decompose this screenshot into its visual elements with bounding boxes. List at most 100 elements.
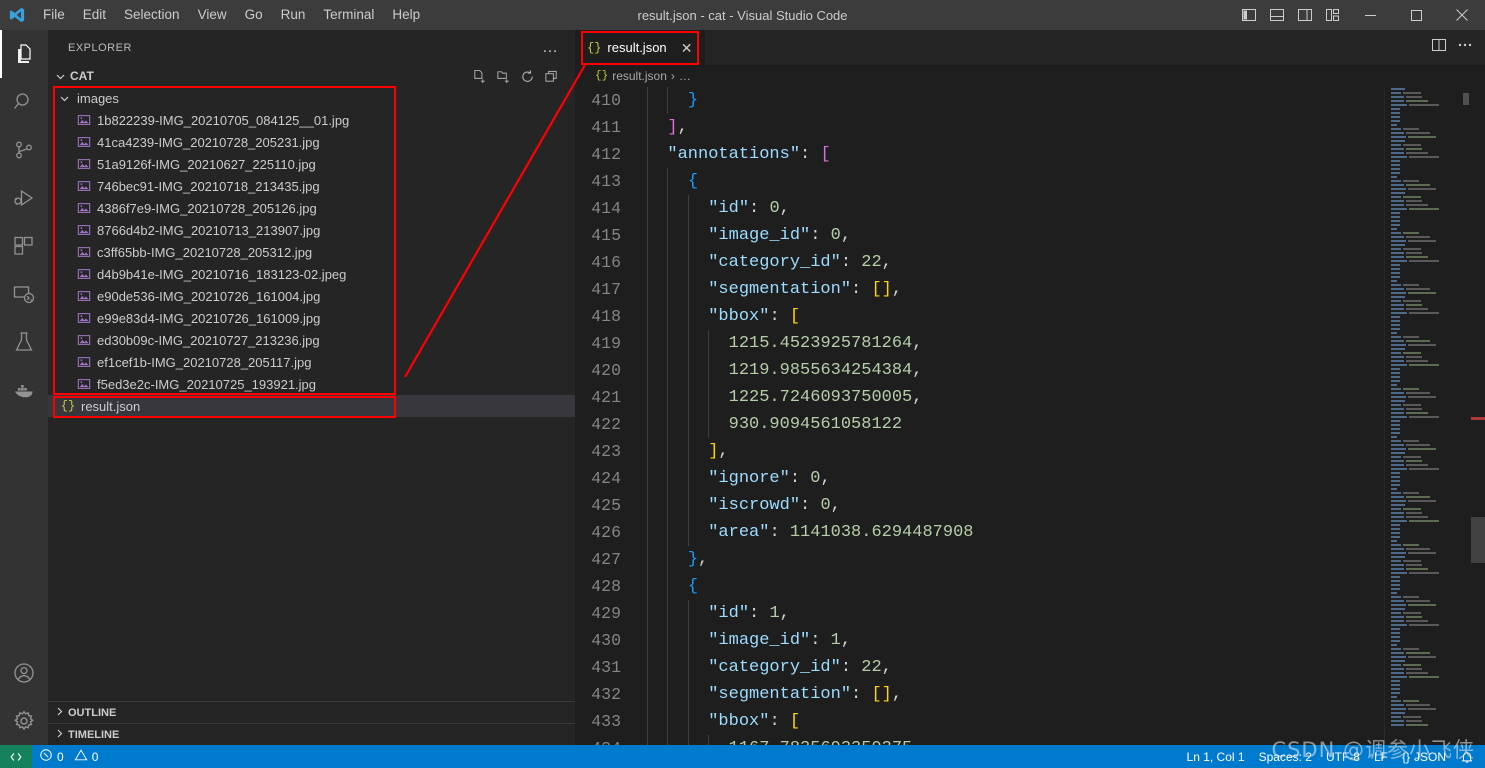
code-line[interactable]: 425 "iscrowd": 0, <box>575 492 1485 519</box>
activity-explorer-icon[interactable] <box>0 30 48 78</box>
menu-bar[interactable]: File Edit Selection View Go Run Terminal… <box>34 0 429 30</box>
window-minimize-button[interactable] <box>1347 0 1393 30</box>
workspace-folder-row[interactable]: CAT <box>48 65 575 87</box>
menu-run[interactable]: Run <box>272 0 315 30</box>
activity-source-control-icon[interactable] <box>0 126 48 174</box>
code-line[interactable]: 411 ], <box>575 114 1485 141</box>
toggle-panel-icon[interactable] <box>1263 0 1291 30</box>
code-line[interactable]: 412 "annotations": [ <box>575 141 1485 168</box>
encoding-status[interactable]: UTF-8 <box>1319 745 1367 768</box>
activity-extensions-icon[interactable] <box>0 222 48 270</box>
tree-file-item[interactable]: e90de536-IMG_20210726_161004.jpg <box>48 285 575 307</box>
breadcrumb[interactable]: {} result.json › … <box>575 65 1485 87</box>
tree-file-item[interactable]: e99e83d4-IMG_20210726_161009.jpg <box>48 307 575 329</box>
tree-folder-images[interactable]: images <box>48 87 575 109</box>
code-line[interactable]: 432 "segmentation": [], <box>575 681 1485 708</box>
code-line[interactable]: 427 }, <box>575 546 1485 573</box>
code-line[interactable]: 422 930.9094561058122 <box>575 411 1485 438</box>
new-file-icon[interactable] <box>472 69 487 84</box>
code-line[interactable]: 415 "image_id": 0, <box>575 222 1485 249</box>
remote-indicator-button[interactable] <box>0 745 32 768</box>
activity-testing-icon[interactable] <box>0 318 48 366</box>
code-editor[interactable]: 410 } 411 ], 412 "annotations": [413 {414 … <box>575 87 1485 745</box>
tree-file-item[interactable]: 51a9126f-IMG_20210627_225110.jpg <box>48 153 575 175</box>
tree-item-label: c3ff65bb-IMG_20210728_205312.jpg <box>97 244 313 260</box>
tree-file-item[interactable]: 746bec91-IMG_20210718_213435.jpg <box>48 175 575 197</box>
breadcrumb-file[interactable]: result.json <box>612 69 667 83</box>
workspace-folder-left: CAT <box>52 69 94 83</box>
more-editor-actions-icon[interactable] <box>1457 37 1473 58</box>
menu-selection[interactable]: Selection <box>115 0 189 30</box>
code-line[interactable]: 423 ], <box>575 438 1485 465</box>
tree-file-item[interactable]: f5ed3e2c-IMG_20210725_193921.jpg <box>48 373 575 395</box>
tab-result-json[interactable]: {} result.json ✕ <box>575 30 706 65</box>
tree-file-item[interactable]: 4386f7e9-IMG_20210728_205126.jpg <box>48 197 575 219</box>
tree-file-item[interactable]: {} result.json <box>48 395 575 417</box>
code-line[interactable]: 434 1167.7835693359375, <box>575 735 1485 745</box>
minimap-slider[interactable] <box>1463 93 1469 105</box>
chevron-down-icon[interactable] <box>52 71 68 82</box>
language-mode-status[interactable]: {} JSON <box>1395 745 1453 768</box>
code-line[interactable]: 413 { <box>575 168 1485 195</box>
code-line[interactable]: 428 { <box>575 573 1485 600</box>
menu-go[interactable]: Go <box>236 0 272 30</box>
eol-status[interactable]: LF <box>1367 745 1395 768</box>
code-line[interactable]: 433 "bbox": [ <box>575 708 1485 735</box>
tree-file-item[interactable]: 8766d4b2-IMG_20210713_213907.jpg <box>48 219 575 241</box>
scrollbar-thumb[interactable] <box>1471 517 1485 563</box>
window-close-button[interactable] <box>1439 0 1485 30</box>
code-line[interactable]: 419 1215.4523925781264, <box>575 330 1485 357</box>
activity-remote-explorer-icon[interactable] <box>0 270 48 318</box>
line-number: 427 <box>591 550 621 569</box>
indentation-status[interactable]: Spaces: 2 <box>1252 745 1319 768</box>
problems-status[interactable]: 0 0 <box>32 745 105 768</box>
menu-terminal[interactable]: Terminal <box>314 0 383 30</box>
timeline-section-header[interactable]: TIMELINE <box>48 723 575 745</box>
close-icon[interactable]: ✕ <box>679 41 695 55</box>
menu-file[interactable]: File <box>34 0 74 30</box>
split-editor-icon[interactable] <box>1431 37 1447 58</box>
tree-file-item[interactable]: ef1cef1b-IMG_20210728_205117.jpg <box>48 351 575 373</box>
manage-settings-gear-icon[interactable] <box>0 697 48 745</box>
new-folder-icon[interactable] <box>496 69 511 84</box>
code-line[interactable]: 418 "bbox": [ <box>575 303 1485 330</box>
cursor-position-status[interactable]: Ln 1, Col 1 <box>1180 745 1252 768</box>
code-line[interactable]: 430 "image_id": 1, <box>575 627 1485 654</box>
menu-view[interactable]: View <box>189 0 236 30</box>
activity-run-debug-icon[interactable] <box>0 174 48 222</box>
code-line[interactable]: 414 "id": 0, <box>575 195 1485 222</box>
tree-file-item[interactable]: 1b822239-IMG_20210705_084125__01.jpg <box>48 109 575 131</box>
minimap[interactable] <box>1385 87 1471 745</box>
error-icon <box>39 748 53 765</box>
code-line[interactable]: 429 "id": 1, <box>575 600 1485 627</box>
outline-section-header[interactable]: OUTLINE <box>48 701 575 723</box>
tree-file-item[interactable]: d4b9b41e-IMG_20210716_183123-02.jpeg <box>48 263 575 285</box>
code-line[interactable]: 431 "category_id": 22, <box>575 654 1485 681</box>
collapse-folders-icon[interactable] <box>544 69 559 84</box>
code-line[interactable]: 410 } <box>575 87 1485 114</box>
code-line[interactable]: 417 "segmentation": [], <box>575 276 1485 303</box>
menu-help[interactable]: Help <box>383 0 429 30</box>
code-line[interactable]: 426 "area": 1141038.6294487908 <box>575 519 1485 546</box>
explorer-more-actions-icon[interactable]: … <box>534 39 567 57</box>
refresh-explorer-icon[interactable] <box>520 69 535 84</box>
toggle-primary-sidebar-icon[interactable] <box>1235 0 1263 30</box>
code-line[interactable]: 420 1219.9855634254384, <box>575 357 1485 384</box>
chevron-down-icon[interactable] <box>56 93 72 104</box>
window-maximize-button[interactable] <box>1393 0 1439 30</box>
menu-edit[interactable]: Edit <box>74 0 115 30</box>
tree-file-item[interactable]: c3ff65bb-IMG_20210728_205312.jpg <box>48 241 575 263</box>
code-line[interactable]: 424 "ignore": 0, <box>575 465 1485 492</box>
activity-docker-icon[interactable] <box>0 366 48 414</box>
tree-file-item[interactable]: ed30b09c-IMG_20210727_213236.jpg <box>48 329 575 351</box>
notifications-bell-icon[interactable] <box>1453 745 1481 768</box>
accounts-icon[interactable] <box>0 649 48 697</box>
toggle-secondary-sidebar-icon[interactable] <box>1291 0 1319 30</box>
editor-vertical-scrollbar[interactable] <box>1471 87 1485 745</box>
code-line[interactable]: 416 "category_id": 22, <box>575 249 1485 276</box>
code-line[interactable]: 421 1225.7246093750005, <box>575 384 1485 411</box>
activity-search-icon[interactable] <box>0 78 48 126</box>
tree-file-item[interactable]: 41ca4239-IMG_20210728_205231.jpg <box>48 131 575 153</box>
breadcrumb-rest[interactable]: … <box>679 69 691 83</box>
customize-layout-icon[interactable] <box>1319 0 1347 30</box>
